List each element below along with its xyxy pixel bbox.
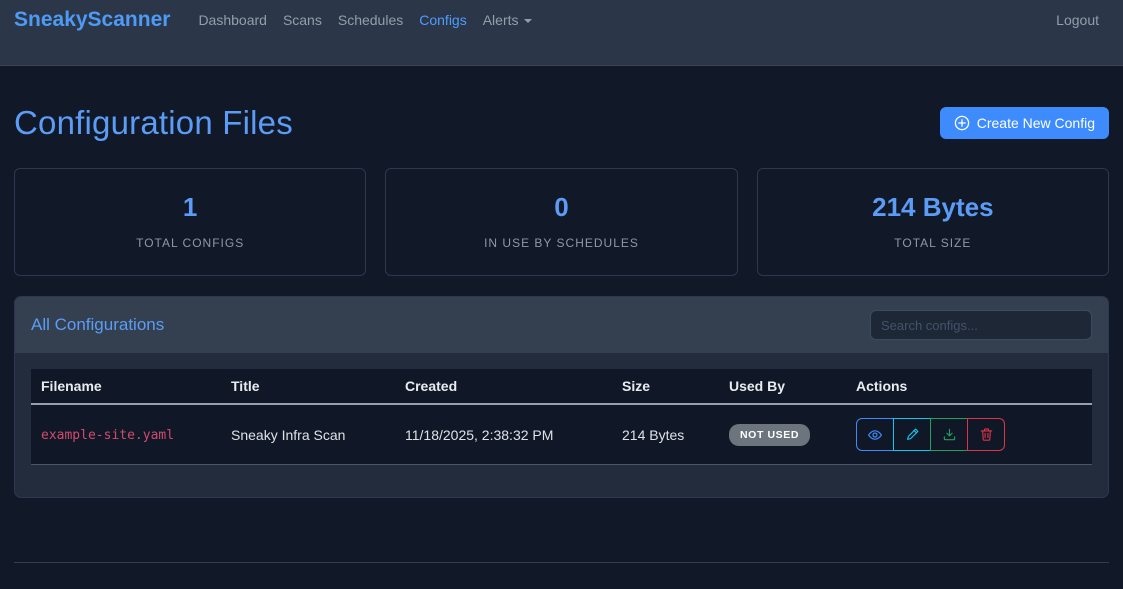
stat-card-total-configs: 1 TOTAL CONFIGS	[14, 168, 366, 276]
trash-icon	[979, 427, 994, 442]
eye-icon	[867, 427, 883, 443]
not-used-badge: NOT USED	[729, 424, 810, 446]
column-header-used-by: Used By	[719, 369, 846, 404]
configurations-card-header: All Configurations	[15, 297, 1108, 353]
nav-item-schedules[interactable]: Schedules	[330, 7, 411, 33]
configurations-card: All Configurations Filename Title Create…	[14, 296, 1109, 498]
nav-item-configs[interactable]: Configs	[411, 7, 474, 33]
download-icon	[942, 427, 957, 442]
navbar-left: SneakyScanner Dashboard Scans Schedules …	[14, 7, 540, 33]
config-size-cell: 214 Bytes	[612, 404, 719, 465]
brand-logo[interactable]: SneakyScanner	[14, 8, 170, 32]
configurations-card-title: All Configurations	[31, 315, 164, 335]
delete-config-button[interactable]	[967, 418, 1005, 451]
footer-divider	[14, 562, 1109, 589]
stat-card-total-size: 214 Bytes TOTAL SIZE	[757, 168, 1109, 276]
stat-card-in-use: 0 IN USE BY SCHEDULES	[385, 168, 737, 276]
pencil-icon	[905, 427, 920, 442]
configurations-table: Filename Title Created Size Used By Acti…	[31, 369, 1092, 465]
column-header-filename: Filename	[31, 369, 221, 404]
stats-row: 1 TOTAL CONFIGS 0 IN USE BY SCHEDULES 21…	[14, 168, 1109, 276]
nav-item-alerts-label: Alerts	[483, 12, 519, 28]
nav-item-scans[interactable]: Scans	[275, 7, 330, 33]
column-header-title: Title	[221, 369, 395, 404]
navbar: SneakyScanner Dashboard Scans Schedules …	[0, 0, 1123, 66]
search-configs-input[interactable]	[870, 310, 1092, 340]
config-title-cell: Sneaky Infra Scan	[221, 404, 395, 465]
configurations-card-body: Filename Title Created Size Used By Acti…	[15, 353, 1108, 497]
create-new-config-button[interactable]: Create New Config	[940, 107, 1109, 139]
stat-value-total-size: 214 Bytes	[768, 192, 1098, 223]
nav-item-dashboard[interactable]: Dashboard	[190, 7, 275, 33]
page-title: Configuration Files	[14, 104, 293, 142]
plus-circle-icon	[954, 115, 970, 131]
stat-value-in-use: 0	[396, 192, 726, 223]
page-container: Configuration Files Create New Config 1 …	[0, 104, 1123, 589]
page-header: Configuration Files Create New Config	[14, 104, 1109, 142]
stat-label-total-configs: TOTAL CONFIGS	[25, 236, 355, 250]
stat-label-total-size: TOTAL SIZE	[768, 236, 1098, 250]
row-actions-group	[856, 418, 1005, 451]
caret-down-icon	[524, 19, 532, 23]
config-created-cell: 11/18/2025, 2:38:32 PM	[395, 404, 612, 465]
stat-value-total-configs: 1	[25, 192, 355, 223]
view-config-button[interactable]	[856, 418, 894, 451]
logout-link[interactable]: Logout	[1048, 7, 1107, 33]
table-header-row: Filename Title Created Size Used By Acti…	[31, 369, 1092, 404]
stat-label-in-use: IN USE BY SCHEDULES	[396, 236, 726, 250]
nav-item-alerts-dropdown[interactable]: Alerts	[475, 7, 540, 33]
edit-config-button[interactable]	[893, 418, 931, 451]
column-header-created: Created	[395, 369, 612, 404]
create-new-config-label: Create New Config	[977, 115, 1095, 131]
column-header-size: Size	[612, 369, 719, 404]
table-row: example-site.yaml Sneaky Infra Scan 11/1…	[31, 404, 1092, 465]
config-filename-link[interactable]: example-site.yaml	[41, 428, 174, 443]
column-header-actions: Actions	[846, 369, 1092, 404]
download-config-button[interactable]	[930, 418, 968, 451]
